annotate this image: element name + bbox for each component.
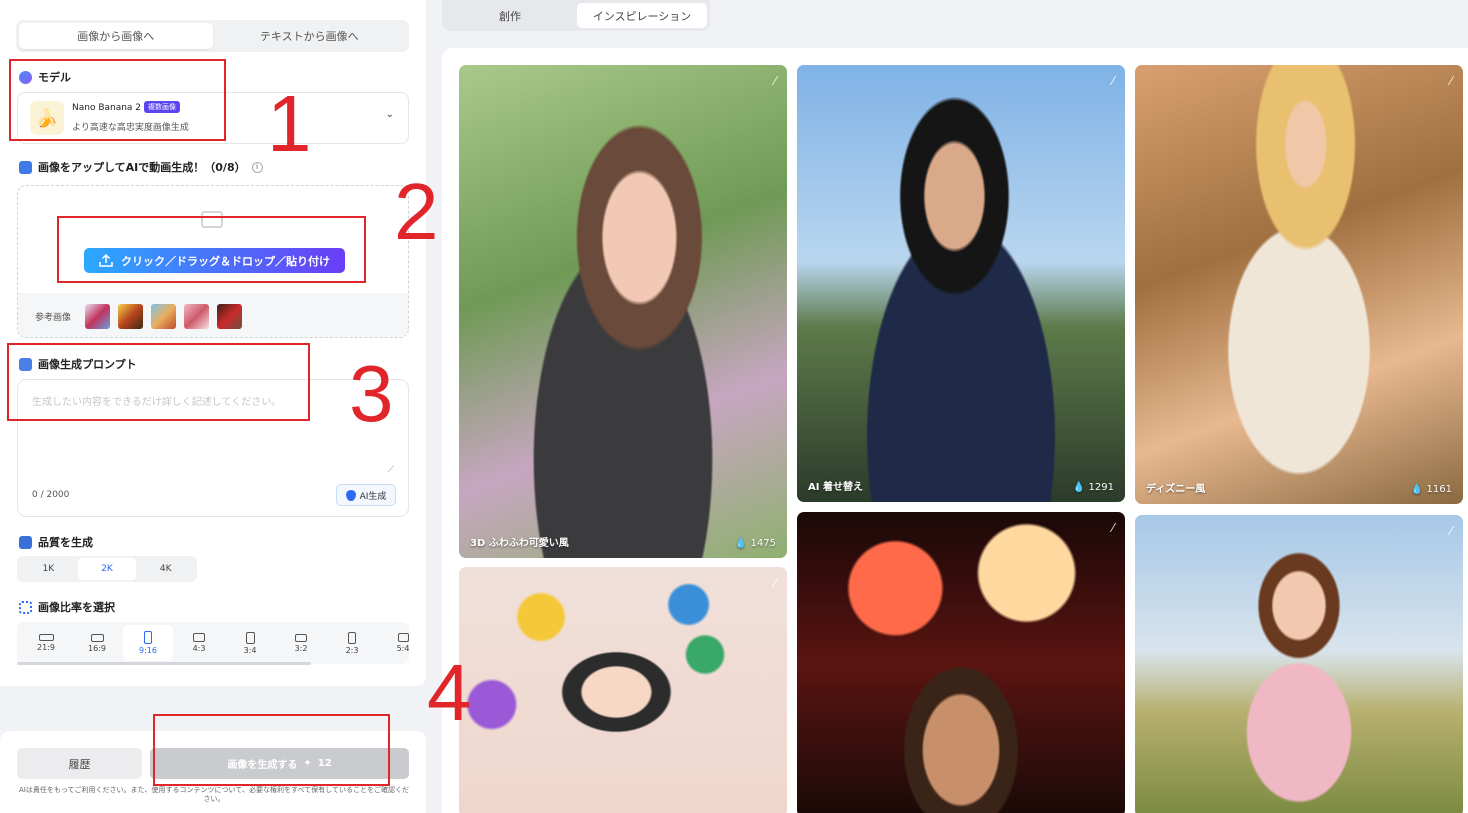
card-title: ディズニー風	[1146, 484, 1206, 495]
quality-option-2k[interactable]: 2K	[77, 558, 137, 580]
reference-thumb[interactable]	[151, 303, 177, 329]
ratio-icon	[19, 600, 32, 614]
top-tabs: 創作 インスピレーション	[442, 0, 710, 31]
ratio-section-title: 画像比率を選択	[19, 599, 115, 615]
annotation-box-3	[7, 343, 310, 421]
upload-section-title: 画像をアップしてAIで動画生成！（0/8） i	[19, 159, 263, 175]
ai-shield-icon	[345, 489, 356, 501]
reference-thumb[interactable]	[85, 303, 111, 329]
upload-title-label: 画像をアップしてAIで動画生成！（0/8）	[38, 161, 246, 174]
gallery-card[interactable]: ⁄ AI 着せ替え 💧 1291	[797, 65, 1125, 502]
ratio-option-5-4[interactable]: 5:4	[378, 625, 409, 661]
info-icon[interactable]: i	[251, 161, 263, 173]
quality-option-4k[interactable]: 4K	[136, 558, 195, 580]
gallery-card[interactable]: ⁄	[1135, 515, 1463, 813]
magic-wand-icon[interactable]: ⁄	[1112, 74, 1114, 88]
gallery-card[interactable]: ⁄ ディズニー風 💧 1161	[1135, 65, 1463, 504]
annotation-number-2: 2	[394, 167, 439, 256]
reference-label: 参考画像	[35, 312, 72, 323]
ratio-option-21-9[interactable]: 21:9	[21, 625, 71, 661]
reference-thumb[interactable]	[184, 303, 210, 329]
ratio-shape-icon	[245, 631, 255, 644]
ratio-shape-icon	[90, 633, 104, 642]
ratio-scrollbar[interactable]	[17, 662, 311, 665]
tab-inspiration[interactable]: インスピレーション	[577, 3, 707, 28]
disclaimer-text: AIは責任をもってご利用ください。また、使用するコンテンツについて、必要な権利を…	[19, 786, 409, 803]
chevron-down-icon[interactable]: ⌄	[386, 109, 394, 120]
ratio-shape-icon	[348, 631, 356, 644]
resize-handle-icon[interactable]: ⟋	[388, 465, 394, 475]
annotation-number-3: 3	[349, 349, 394, 438]
ratio-shape-icon	[193, 633, 205, 642]
ratio-selector: 21:9 16:9 9:16 4:3 3:4 3:2 2:3 5:4	[17, 622, 409, 664]
gallery-card[interactable]: ⁄	[459, 567, 787, 813]
tab-text-to-image[interactable]: テキストから画像へ	[213, 23, 407, 49]
history-button[interactable]: 履歴	[17, 748, 142, 779]
quality-title-label: 品質を生成	[38, 536, 93, 549]
reference-thumb[interactable]	[217, 303, 243, 329]
gallery-card[interactable]: ⁄ 3D ふわふわ可愛い風 💧 1475	[459, 65, 787, 558]
char-counter: 0 / 2000	[32, 490, 70, 500]
inspiration-gallery: ⁄ 3D ふわふわ可愛い風 💧 1475 ⁄ AI 着せ替え 💧 1291 ⁄ …	[442, 48, 1468, 813]
tab-image-to-image[interactable]: 画像から画像へ	[19, 23, 213, 49]
ai-button-label: AI生成	[359, 491, 387, 502]
ratio-shape-icon	[144, 631, 152, 644]
card-likes: 💧 1291	[1072, 482, 1114, 493]
card-likes: 💧 1161	[1410, 484, 1452, 495]
annotation-box-4	[153, 714, 390, 786]
ratio-shape-icon	[38, 634, 54, 641]
ratio-option-4-3[interactable]: 4:3	[174, 625, 224, 661]
ratio-option-3-2[interactable]: 3:2	[276, 625, 326, 661]
card-title: 3D ふわふわ可愛い風	[470, 538, 569, 549]
mode-tabs: 画像から画像へ テキストから画像へ	[16, 20, 409, 52]
annotation-number-4: 4	[427, 648, 472, 737]
annotation-box-2	[57, 216, 366, 283]
reference-thumb[interactable]	[118, 303, 144, 329]
magic-wand-icon[interactable]: ⁄	[1450, 74, 1452, 88]
card-title: AI 着せ替え	[808, 482, 863, 493]
card-likes: 💧 1475	[734, 538, 776, 549]
magic-wand-icon[interactable]: ⁄	[1450, 524, 1452, 538]
ratio-option-9-16[interactable]: 9:16	[123, 625, 173, 661]
annotation-number-1: 1	[267, 79, 312, 168]
magic-wand-icon[interactable]: ⁄	[774, 576, 776, 590]
ratio-shape-icon	[397, 633, 409, 642]
magic-wand-icon[interactable]: ⁄	[1112, 521, 1114, 535]
ratio-shape-icon	[295, 633, 307, 642]
tab-create[interactable]: 創作	[445, 3, 575, 28]
ratio-option-16-9[interactable]: 16:9	[72, 625, 122, 661]
ratio-option-2-3[interactable]: 2:3	[327, 625, 377, 661]
gallery-card[interactable]: ⁄	[797, 512, 1125, 813]
magic-wand-icon[interactable]: ⁄	[774, 74, 776, 88]
image-icon	[19, 160, 32, 174]
quality-selector: 1K 2K 4K	[17, 556, 197, 582]
quality-option-1k[interactable]: 1K	[19, 558, 78, 580]
annotation-box-1	[9, 59, 226, 141]
ratio-option-3-4[interactable]: 3:4	[225, 625, 275, 661]
ai-generate-button[interactable]: AI生成	[336, 484, 396, 506]
ratio-title-label: 画像比率を選択	[38, 601, 115, 614]
quality-icon	[19, 535, 32, 549]
quality-section-title: 品質を生成	[19, 534, 93, 550]
reference-images-row: 参考画像	[18, 293, 408, 337]
